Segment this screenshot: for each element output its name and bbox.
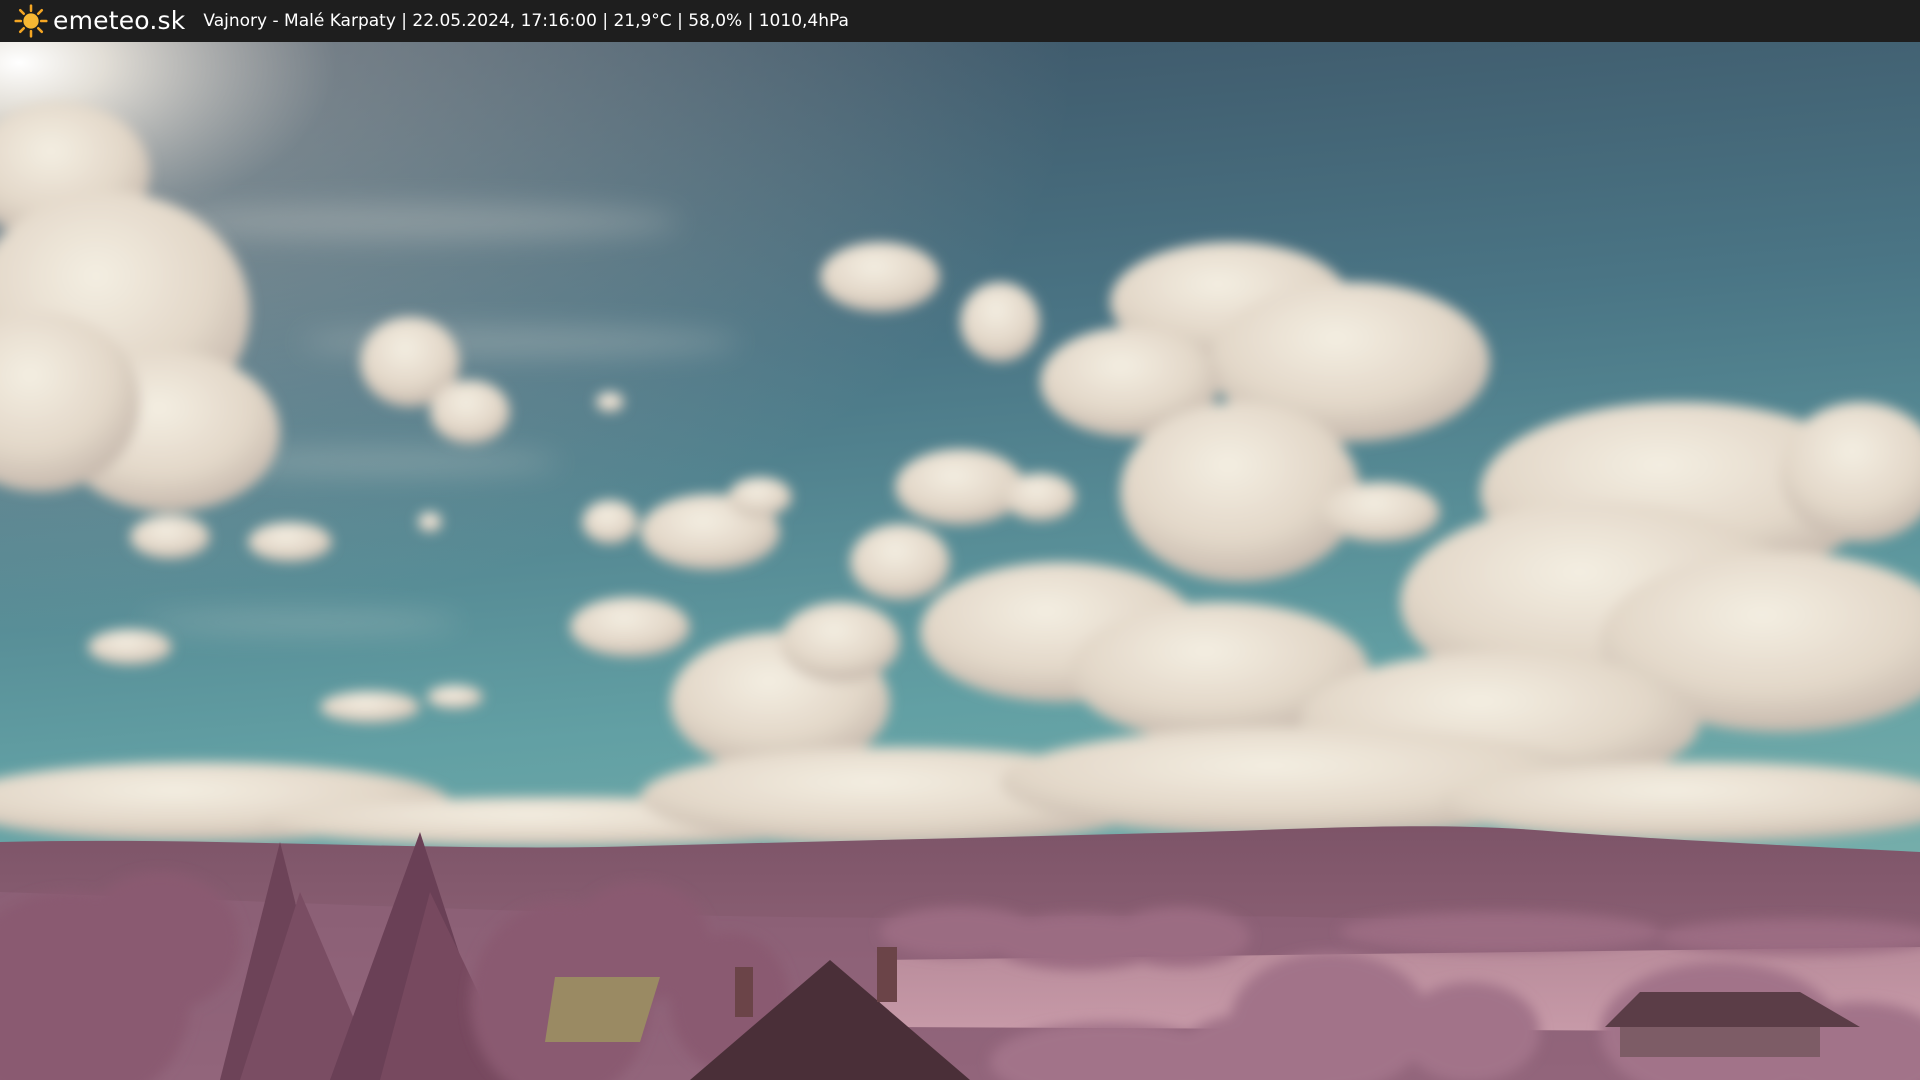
sun-icon [14, 4, 48, 38]
weather-status-line: Vajnory - Malé Karpaty | 22.05.2024, 17:… [203, 11, 849, 31]
header-bar: emeteo.sk Vajnory - Malé Karpaty | 22.05… [0, 0, 1920, 42]
brand-name: emeteo.sk [53, 6, 186, 35]
landscape-scene [0, 42, 1920, 1080]
webcam-image [0, 42, 1920, 1080]
webcam-frame: emeteo.sk Vajnory - Malé Karpaty | 22.05… [0, 0, 1920, 1080]
site-logo[interactable]: emeteo.sk [14, 0, 185, 42]
